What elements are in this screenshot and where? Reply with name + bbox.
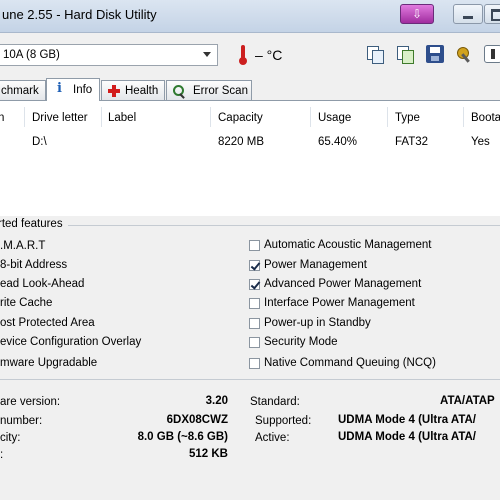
group-divider (68, 225, 500, 226)
serial-number-value: 6DX08CWZ (166, 414, 228, 426)
column-header-capacity[interactable]: Capacity (218, 112, 263, 124)
feature-smart: .M.A.R.T (0, 240, 46, 252)
temperature-readout: – °C (255, 47, 283, 63)
feature-host-protected-area: ost Protected Area (0, 317, 95, 329)
label-security-mode: Security Mode (264, 336, 338, 348)
chevron-down-icon (203, 52, 211, 57)
standard-value: ATA/ATAP (440, 395, 495, 407)
checkbox-aam[interactable] (249, 240, 260, 251)
checkbox-ncq[interactable] (249, 358, 260, 369)
column-header-drive-letter[interactable]: Drive letter (32, 112, 88, 124)
firmware-version-label: are version: (0, 396, 61, 408)
label-apm: Advanced Power Management (264, 278, 422, 290)
label-ipm: Interface Power Management (264, 297, 415, 309)
column-separator (24, 107, 25, 127)
tab-health[interactable]: Health (101, 80, 165, 100)
maximize-button[interactable] (484, 4, 500, 24)
column-separator (101, 107, 102, 127)
capacity-value: 8.0 GB (~8.6 GB) (137, 431, 228, 443)
standard-label: Standard: (250, 396, 300, 408)
feature-read-look-ahead: ead Look-Ahead (0, 278, 85, 290)
firmware-version-value: 3.20 (205, 395, 228, 407)
thermometer-icon (239, 45, 247, 65)
copy-info-icon[interactable] (366, 45, 384, 64)
column-separator (387, 107, 388, 127)
feature-firmware-upgradable: mware Upgradable (0, 357, 98, 369)
tab-info[interactable]: i Info (46, 78, 100, 101)
window-title: une 2.55 - Hard Disk Utility (2, 7, 157, 22)
label-puis: Power-up in Standby (264, 317, 371, 329)
column-header-type[interactable]: Type (395, 112, 420, 124)
capacity-label: city: (0, 432, 21, 444)
column-header-usage[interactable]: Usage (318, 112, 351, 124)
download-button[interactable]: ⇩ (400, 4, 434, 24)
health-cross-icon (108, 85, 120, 97)
copy-all-icon[interactable] (396, 45, 414, 64)
partition-list[interactable]: n Drive letter Label Capacity Usage Type… (0, 101, 500, 216)
drive-select[interactable]: 10A (8 GB) (0, 44, 218, 66)
save-icon[interactable] (426, 45, 444, 63)
tab-error-scan[interactable]: Error Scan (166, 80, 252, 100)
checkbox-power-management[interactable] (249, 260, 260, 271)
serial-number-label: number: (0, 415, 43, 427)
section-divider (0, 379, 500, 380)
column-separator (310, 107, 311, 127)
minimize-button[interactable] (453, 4, 483, 24)
label-aam: Automatic Acoustic Management (264, 239, 432, 251)
active-value: UDMA Mode 4 (Ultra ATA/ (338, 431, 476, 443)
column-separator (463, 107, 464, 127)
cell-drive-letter: D:\ (32, 136, 47, 148)
tools-icon[interactable] (455, 45, 473, 63)
checkbox-security-mode[interactable] (249, 337, 260, 348)
column-header-label[interactable]: Label (108, 112, 136, 124)
feature-write-cache: rite Cache (0, 297, 53, 309)
column-header-partition[interactable]: n (0, 112, 4, 124)
cell-type: FAT32 (395, 136, 429, 148)
column-header-bootable[interactable]: Boota (471, 112, 500, 124)
exit-icon[interactable] (484, 45, 500, 63)
buffer-value: 512 KB (189, 448, 228, 460)
drive-select-value: 10A (8 GB) (3, 49, 60, 61)
feature-48bit-address: 8-bit Address (0, 259, 68, 271)
supported-label: Supported: (255, 415, 312, 427)
tab-benchmark[interactable]: chmark (0, 80, 46, 100)
title-bar[interactable]: une 2.55 - Hard Disk Utility ⇩ (0, 0, 500, 33)
active-label: Active: (255, 432, 290, 444)
cell-bootable: Yes (471, 136, 490, 148)
column-separator (210, 107, 211, 127)
checkbox-ipm[interactable] (249, 298, 260, 309)
label-ncq: Native Command Queuing (NCQ) (264, 357, 436, 369)
checkbox-apm[interactable] (249, 279, 260, 290)
buffer-label: : (0, 449, 4, 461)
cell-usage: 65.40% (318, 136, 358, 148)
features-group-title: rted features (0, 218, 63, 230)
checkbox-puis[interactable] (249, 318, 260, 329)
magnifier-icon (173, 85, 185, 99)
feature-device-config-overlay: evice Configuration Overlay (0, 336, 142, 348)
info-icon: i (57, 81, 62, 96)
cell-capacity: 8220 MB (218, 136, 265, 148)
supported-value: UDMA Mode 4 (Ultra ATA/ (338, 414, 476, 426)
label-power-management: Power Management (264, 259, 367, 271)
